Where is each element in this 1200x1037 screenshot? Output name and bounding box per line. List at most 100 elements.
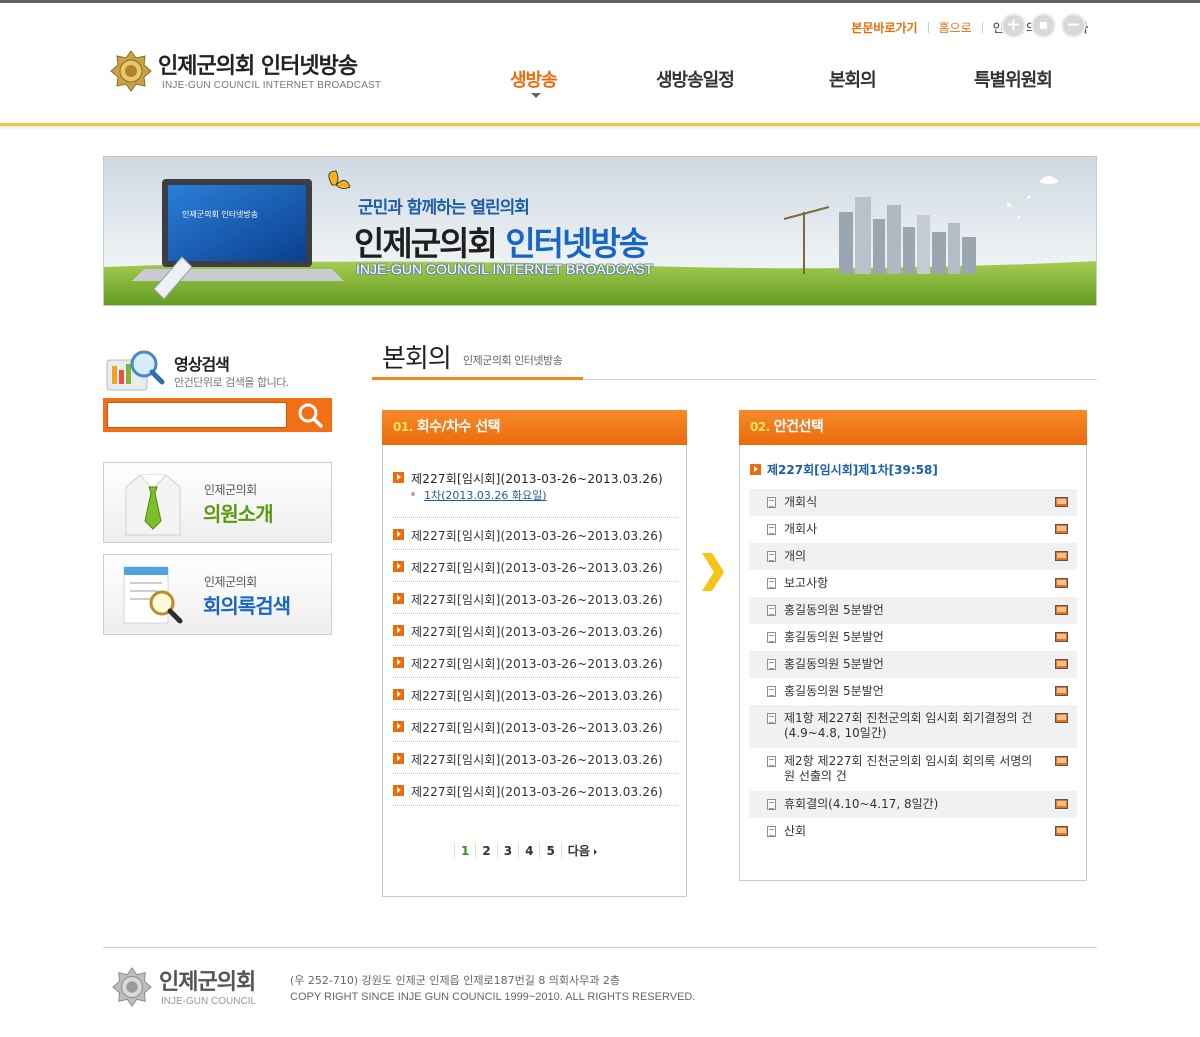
site-logo[interactable]: 인제군의회 인터넷방송 INJE-GUN COUNCIL INTERNET BR… — [110, 48, 400, 96]
monitor-icon[interactable] — [1055, 826, 1068, 836]
document-icon — [767, 799, 776, 810]
home-link[interactable]: 홈으로 — [939, 19, 972, 36]
arrow-bullet-icon — [393, 785, 404, 796]
session-label: 제227회[임시회](2013-03-26~2013.03.26) — [411, 721, 663, 735]
council-seal-icon — [110, 50, 152, 92]
monitor-icon[interactable] — [1055, 756, 1068, 766]
session-label: 제227회[임시회](2013-03-26~2013.03.26) — [411, 785, 663, 799]
nav-live-schedule[interactable]: 생방송일정 — [656, 66, 735, 92]
agenda-item[interactable]: 개의 — [749, 543, 1077, 570]
agenda-session-label: 제227회[임시회]제1차[39:58] — [767, 463, 938, 477]
agenda-label: 홍길동의원 5분발언 — [784, 630, 884, 644]
agenda-item[interactable]: 홍길동의원 5분발언 — [749, 624, 1077, 651]
nav-plenary[interactable]: 본회의 — [829, 66, 877, 92]
session-day-link[interactable]: 1차(2013.03.26 화요일) — [411, 487, 547, 503]
agenda-panel-number: 02. — [750, 420, 770, 434]
council-seal-gray-icon — [112, 967, 152, 1007]
agenda-item[interactable]: 제2항 제227회 진천군의회 임시회 회의록 서명의원 선출의 건 — [749, 748, 1077, 791]
font-reset-icon[interactable] — [1031, 13, 1056, 38]
arrow-bullet-icon — [393, 561, 404, 572]
session-item[interactable]: 제227회[임시회](2013-03-26~2013.03.26) — [393, 550, 678, 582]
session-item[interactable]: 제227회[임시회](2013-03-26~2013.03.26) — [393, 710, 678, 742]
agenda-panel-title: 안건선택 — [773, 419, 824, 435]
monitor-icon[interactable] — [1055, 632, 1068, 642]
monitor-icon[interactable] — [1055, 578, 1068, 588]
video-search-button[interactable] — [289, 398, 332, 432]
monitor-icon[interactable] — [1055, 551, 1068, 561]
video-search-input[interactable] — [107, 402, 287, 428]
monitor-icon[interactable] — [1055, 686, 1068, 696]
agenda-label: 홍길동의원 5분발언 — [784, 657, 884, 671]
monitor-icon[interactable] — [1055, 713, 1068, 723]
session-item[interactable]: 제227회[임시회](2013-03-26~2013.03.26) — [393, 678, 678, 710]
minutes-search-button[interactable]: 인제군의회 회의록검색 — [103, 554, 332, 635]
agenda-session-heading: 제227회[임시회]제1차[39:58] — [750, 461, 938, 478]
banner-title-b: 인터넷방송 — [505, 224, 649, 263]
nav-live[interactable]: 생방송 — [510, 66, 558, 92]
minutes-search-small: 인제군의회 — [204, 575, 257, 589]
next-page-link[interactable]: 다음 — [560, 843, 603, 859]
agenda-item[interactable]: 산회 — [749, 818, 1077, 845]
agenda-label: 개회사 — [784, 522, 818, 536]
session-label: 제227회[임시회](2013-03-26~2013.03.26) — [411, 753, 663, 767]
page-link[interactable]: 3 — [496, 843, 518, 859]
arrow-bullet-icon — [393, 689, 404, 700]
arrow-bullet-icon — [393, 721, 404, 732]
document-icon — [767, 551, 776, 562]
footer-copyright: COPY RIGHT SINCE INJE GUN COUNCIL 1999~2… — [290, 991, 696, 1003]
page-link[interactable]: 4 — [518, 843, 539, 859]
page-link[interactable]: 5 — [539, 843, 560, 859]
agenda-label: 제1항 제227회 진천군의회 임시회 회기결정의 건(4.9~4.8, 10일… — [784, 711, 1033, 740]
agenda-item[interactable]: 제1항 제227회 진천군의회 임시회 회기결정의 건(4.9~4.8, 10일… — [749, 705, 1077, 748]
document-icon — [767, 686, 776, 697]
document-icon — [767, 826, 776, 837]
font-minus-icon[interactable]: − — [1061, 13, 1086, 38]
monitor-icon[interactable] — [1055, 659, 1068, 669]
session-item[interactable]: 제227회[임시회](2013-03-26~2013.03.26) — [393, 646, 678, 678]
monitor-icon[interactable] — [1055, 524, 1068, 534]
nav-special-committee[interactable]: 특별위원회 — [974, 66, 1053, 92]
agenda-item[interactable]: 홍길동의원 5분발언 — [749, 597, 1077, 624]
video-search-box — [103, 398, 332, 432]
video-search-title: 영상검색 — [174, 355, 230, 374]
necktie-shirt-icon — [125, 474, 181, 536]
banner-title: 인제군의회 인터넷방송 — [354, 217, 649, 265]
video-search-icon — [106, 350, 165, 391]
agenda-item[interactable]: 홍길동의원 5분발언 — [749, 651, 1077, 678]
session-item[interactable]: 제227회[임시회](2013-03-26~2013.03.26) — [393, 582, 678, 614]
session-panel-header: 01. 회수/차수 선택 — [382, 410, 687, 445]
arrow-bullet-icon — [393, 657, 404, 668]
session-label: 제227회[임시회](2013-03-26~2013.03.26) — [411, 689, 663, 703]
agenda-item[interactable]: 보고사항 — [749, 570, 1077, 597]
font-plus-icon[interactable]: + — [1001, 13, 1026, 38]
member-intro-button[interactable]: 인제군의회 의원소개 — [103, 462, 332, 543]
session-panel-title: 회수/차수 선택 — [416, 419, 501, 435]
page-link[interactable]: 2 — [475, 843, 496, 859]
skip-to-content-link[interactable]: 본문바로가기 — [851, 19, 917, 36]
agenda-item[interactable]: 개회식 — [749, 489, 1077, 516]
session-item[interactable]: 제227회[임시회](2013-03-26~2013.03.26) — [393, 742, 678, 774]
video-search-desc: 안건단위로 검색을 합니다. — [174, 376, 289, 389]
agenda-label: 홍길동의원 5분발언 — [784, 603, 884, 617]
session-label: 제227회[임시회](2013-03-26~2013.03.26) — [411, 657, 663, 671]
session-item[interactable]: 제227회[임시회](2013-03-26~2013.03.26) — [393, 774, 678, 806]
session-select-panel: 01. 회수/차수 선택 제227회[임시회](2013-03-26~2013.0… — [382, 410, 687, 897]
footer-divider — [103, 947, 1097, 948]
document-icon — [767, 713, 776, 724]
monitor-icon[interactable] — [1055, 605, 1068, 615]
util-divider — [927, 21, 929, 33]
agenda-label: 개의 — [784, 549, 807, 563]
agenda-label: 보고사항 — [784, 576, 829, 590]
monitor-icon[interactable] — [1055, 799, 1068, 809]
agenda-label: 홍길동의원 5분발언 — [784, 684, 884, 698]
session-item[interactable]: 제227회[임시회](2013-03-26~2013.03.26) — [393, 518, 678, 550]
agenda-item[interactable]: 개회사 — [749, 516, 1077, 543]
agenda-item[interactable]: 홍길동의원 5분발언 — [749, 678, 1077, 705]
pagination: 1 2 3 4 5 다음 — [454, 840, 603, 862]
main-banner: 인제군의회 인터넷방송 군민과 함께하는 열린의회 인제군의회 인터넷방송 IN… — [103, 156, 1097, 306]
search-icon — [298, 403, 323, 428]
session-item[interactable]: 제227회[임시회](2013-03-26~2013.03.26) — [393, 614, 678, 646]
page-link[interactable]: 1 — [454, 843, 475, 859]
agenda-item[interactable]: 휴회결의(4.10~4.17, 8일간) — [749, 791, 1077, 818]
monitor-icon[interactable] — [1055, 497, 1068, 507]
